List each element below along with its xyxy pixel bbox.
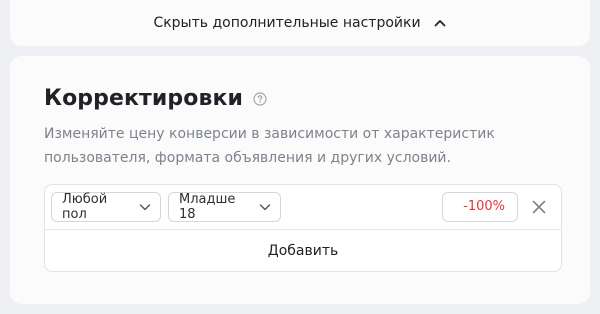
description-line: пользователя, формата объявления и други…	[44, 150, 451, 166]
toggle-advanced-settings[interactable]: Скрыть дополнительные настройки	[10, 0, 590, 46]
adjustments-card: Корректировки Изменяйте цену конверсии в…	[10, 56, 590, 304]
remove-rule-button[interactable]	[529, 197, 549, 217]
adjustment-value-input[interactable]: -100%	[442, 192, 518, 222]
section-title: Корректировки	[44, 86, 244, 111]
add-adjustment-button[interactable]: Добавить	[45, 230, 561, 271]
close-icon	[532, 200, 546, 214]
adjustments-list: Любой пол Младше 18 -100% Добавить	[44, 184, 562, 272]
adjustment-rule: Любой пол Младше 18 -100%	[45, 185, 561, 230]
gender-select[interactable]: Любой пол	[51, 192, 161, 222]
section-description: Изменяйте цену конверсии в зависимости о…	[44, 122, 514, 170]
chevron-up-icon	[433, 16, 447, 30]
description-line: Изменяйте цену конверсии в зависимости о…	[44, 126, 495, 142]
age-select-value: Младше 18	[179, 192, 236, 222]
age-select[interactable]: Младше 18	[168, 192, 281, 222]
toggle-label: Скрыть дополнительные настройки	[153, 15, 421, 31]
chevron-down-icon	[258, 200, 272, 214]
section-header: Корректировки	[44, 86, 267, 111]
question-circle-icon[interactable]	[253, 91, 267, 106]
gender-select-value: Любой пол	[62, 192, 108, 222]
chevron-down-icon	[138, 200, 152, 214]
